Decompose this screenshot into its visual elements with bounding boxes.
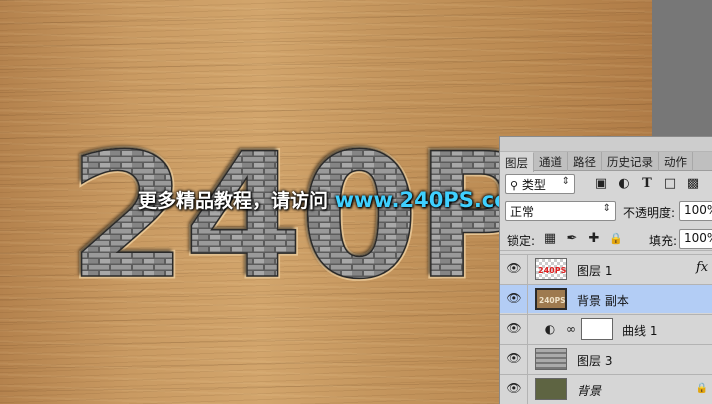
layers-panel: 图层 通道 路径 历史记录 动作 ⚲ 类型 ⇕ ▣ ◐ T □ ▩ 正常 ⇕ 不… bbox=[499, 136, 712, 404]
layer-row-layer1[interactable]: 👁 240PS 图层 1 fx bbox=[500, 254, 712, 284]
panel-tabs: 图层 通道 路径 历史记录 动作 bbox=[500, 152, 712, 172]
watermark-cn: 更多精品教程，请访问 bbox=[138, 190, 329, 212]
layer-filter-label: 类型 bbox=[521, 178, 546, 192]
layer-name[interactable]: 曲线 1 bbox=[622, 322, 657, 339]
layer-thumbnail[interactable] bbox=[535, 348, 567, 370]
chevron-updown-icon: ⇕ bbox=[561, 176, 570, 187]
layer-name[interactable]: 图层 1 bbox=[577, 262, 612, 279]
shape-filter-icon[interactable]: □ bbox=[662, 176, 678, 192]
opacity-label: 不透明度: bbox=[623, 206, 676, 220]
layer-row-background-copy[interactable]: 👁 240PS 背景 副本 bbox=[500, 284, 712, 314]
divider bbox=[527, 345, 528, 374]
thumb-text: 240PS bbox=[538, 266, 567, 275]
fx-icon[interactable]: fx bbox=[696, 260, 708, 275]
filter-row: ⚲ 类型 ⇕ ▣ ◐ T □ ▩ bbox=[500, 173, 712, 197]
thumbnail-art: 240PS bbox=[536, 259, 567, 279]
layer-thumbnail[interactable]: 240PS bbox=[535, 288, 567, 310]
lock-row: 锁定: ▦ ✒ ✚ 🔒 填充: 100% bbox=[500, 227, 712, 251]
divider bbox=[527, 315, 528, 344]
blend-mode-value: 正常 bbox=[510, 205, 535, 219]
layer-row-curves1[interactable]: 👁 ◐ ∞ 曲线 1 bbox=[500, 314, 712, 344]
layer-filter-select[interactable]: ⚲ 类型 ⇕ bbox=[505, 174, 575, 194]
eye-icon[interactable]: 👁 bbox=[506, 381, 522, 395]
tab-history[interactable]: 历史记录 bbox=[602, 152, 659, 171]
tab-actions[interactable]: 动作 bbox=[659, 152, 693, 171]
text-filter-icon[interactable]: T bbox=[639, 176, 655, 192]
layer-name[interactable]: 图层 3 bbox=[577, 352, 612, 369]
tab-layers[interactable]: 图层 bbox=[500, 152, 534, 172]
smartobject-filter-icon[interactable]: ▩ bbox=[685, 176, 701, 192]
padlock-icon[interactable]: 🔒 bbox=[608, 231, 624, 247]
tab-channels[interactable]: 通道 bbox=[534, 152, 568, 171]
divider bbox=[527, 375, 528, 404]
chain-link-icon[interactable]: ∞ bbox=[563, 321, 579, 337]
lock-label: 锁定: bbox=[507, 234, 536, 248]
fill-label: 填充: bbox=[649, 234, 678, 248]
image-filter-icon[interactable]: ▣ bbox=[593, 176, 609, 192]
thumbnail-art: 240PS bbox=[539, 296, 566, 305]
adjustment-icon[interactable]: ◐ bbox=[542, 321, 558, 337]
fill-input[interactable]: 100% bbox=[679, 229, 712, 249]
eye-icon[interactable]: 👁 bbox=[506, 291, 522, 305]
panel-title-bar[interactable] bbox=[500, 137, 712, 152]
tab-paths[interactable]: 路径 bbox=[568, 152, 602, 171]
layer-row-layer3[interactable]: 👁 图层 3 bbox=[500, 344, 712, 374]
eye-icon[interactable]: 👁 bbox=[506, 261, 522, 275]
chevron-updown-icon: ⇕ bbox=[602, 203, 611, 214]
adjustment-filter-icon[interactable]: ◐ bbox=[616, 176, 632, 192]
eye-icon[interactable]: 👁 bbox=[506, 321, 522, 335]
search-icon: ⚲ bbox=[510, 179, 519, 192]
divider bbox=[527, 255, 528, 284]
layer-mask-thumbnail[interactable] bbox=[581, 318, 613, 340]
layer-thumbnail[interactable] bbox=[535, 378, 567, 400]
opacity-input[interactable]: 100% bbox=[679, 201, 712, 221]
divider bbox=[527, 285, 528, 314]
layer-name[interactable]: 背景 bbox=[577, 382, 601, 399]
eye-icon[interactable]: 👁 bbox=[506, 351, 522, 365]
transparency-lock-icon[interactable]: ▦ bbox=[542, 231, 558, 247]
layer-thumbnail[interactable]: 240PS bbox=[535, 258, 567, 280]
blend-mode-select[interactable]: 正常 ⇕ bbox=[505, 201, 616, 221]
watermark-text: 更多精品教程，请访问 www.240PS.com bbox=[138, 186, 531, 213]
padlock-icon: 🔒 bbox=[695, 383, 709, 394]
blend-row: 正常 ⇕ 不透明度: 100% bbox=[500, 199, 712, 223]
thumb-text: 240PS bbox=[539, 296, 566, 305]
brush-lock-icon[interactable]: ✒ bbox=[564, 231, 580, 247]
move-lock-icon[interactable]: ✚ bbox=[586, 231, 602, 247]
layer-name[interactable]: 背景 副本 bbox=[577, 292, 629, 309]
layer-row-background[interactable]: 👁 背景 🔒 bbox=[500, 374, 712, 404]
